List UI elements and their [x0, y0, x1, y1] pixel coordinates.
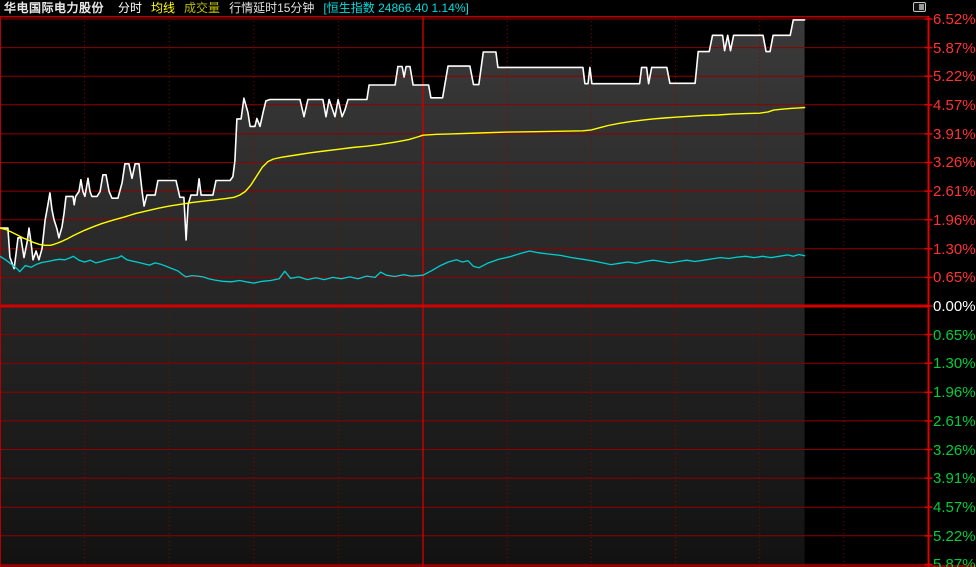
stock-intraday-panel: 华电国际电力股份 分时 均线 成交量 行情延时15分钟 [恒生指数 24866.…	[0, 0, 976, 567]
stock-name: 华电国际电力股份	[4, 0, 104, 16]
intraday-chart[interactable]	[0, 16, 976, 567]
panel-toggle-icon-fill	[919, 4, 924, 10]
toggle-volume[interactable]: 成交量	[184, 0, 220, 16]
hang-seng-quote: [恒生指数 24866.40 1.14%]	[323, 0, 468, 16]
toggle-ma-line[interactable]: 均线	[151, 0, 175, 16]
tab-minute-chart[interactable]: 分时	[118, 0, 142, 16]
chart-header: 华电国际电力股份 分时 均线 成交量 行情延时15分钟 [恒生指数 24866.…	[0, 0, 976, 16]
price-fill-area	[0, 20, 805, 567]
delay-notice: 行情延时15分钟	[229, 0, 314, 16]
chart-area[interactable]: 6.52%5.87%5.22%4.57%3.91%3.26%2.61%1.96%…	[0, 16, 976, 567]
panel-toggle-icon[interactable]	[913, 2, 926, 12]
